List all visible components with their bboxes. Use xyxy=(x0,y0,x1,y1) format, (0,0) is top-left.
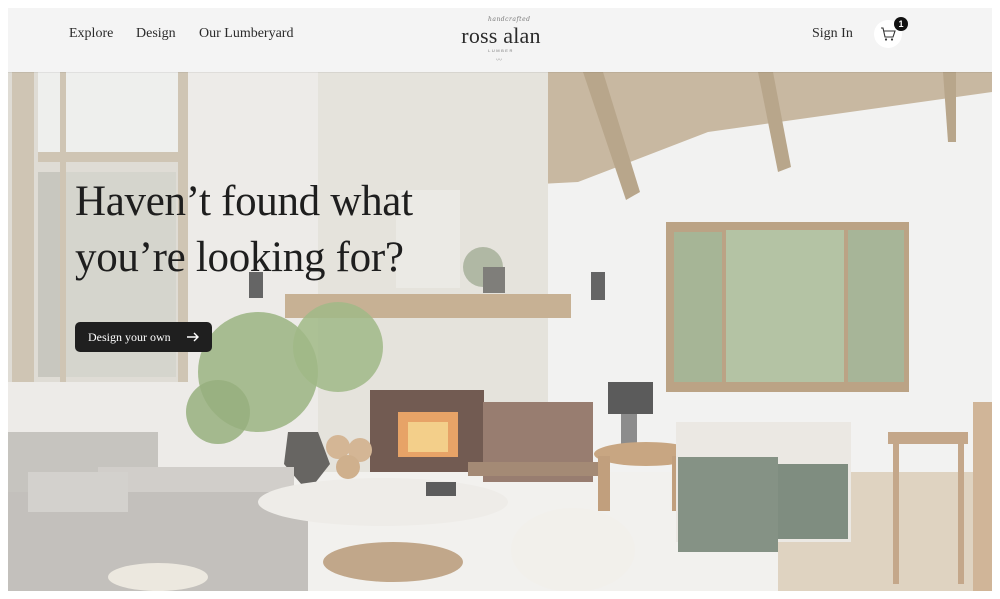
logo-sub-text: LUMBER xyxy=(488,48,514,53)
top-nav: Explore Design Our Lumberyard handcrafte… xyxy=(8,8,992,72)
cta-label: Design your own xyxy=(88,330,171,344)
sign-in-link[interactable]: Sign In xyxy=(812,26,853,42)
hero-headline-line-2: you’re looking for? xyxy=(75,234,404,281)
logo-mark-icon: 〰 xyxy=(496,57,503,64)
nav-explore-link[interactable]: Explore xyxy=(69,26,113,42)
cart-count-badge: 1 xyxy=(894,17,908,31)
logo-script-text: handcrafted xyxy=(488,16,531,23)
hero-section: Haven’t found what you’re looking for? D… xyxy=(8,72,992,591)
logo-name: ross alan xyxy=(461,23,541,48)
nav-design-link[interactable]: Design xyxy=(136,26,176,42)
design-your-own-button[interactable]: Design your own xyxy=(75,322,212,352)
brand-logo[interactable]: handcrafted ross alan LUMBER 〰 xyxy=(458,14,544,64)
arrow-right-icon xyxy=(187,332,199,342)
nav-lumberyard-link[interactable]: Our Lumberyard xyxy=(199,26,293,42)
cart-icon xyxy=(881,27,896,41)
hero-headline: Haven’t found what you’re looking for? xyxy=(75,174,495,286)
hero-headline-line-1: Haven’t found what xyxy=(75,178,413,225)
page-frame: Explore Design Our Lumberyard handcrafte… xyxy=(8,8,992,591)
